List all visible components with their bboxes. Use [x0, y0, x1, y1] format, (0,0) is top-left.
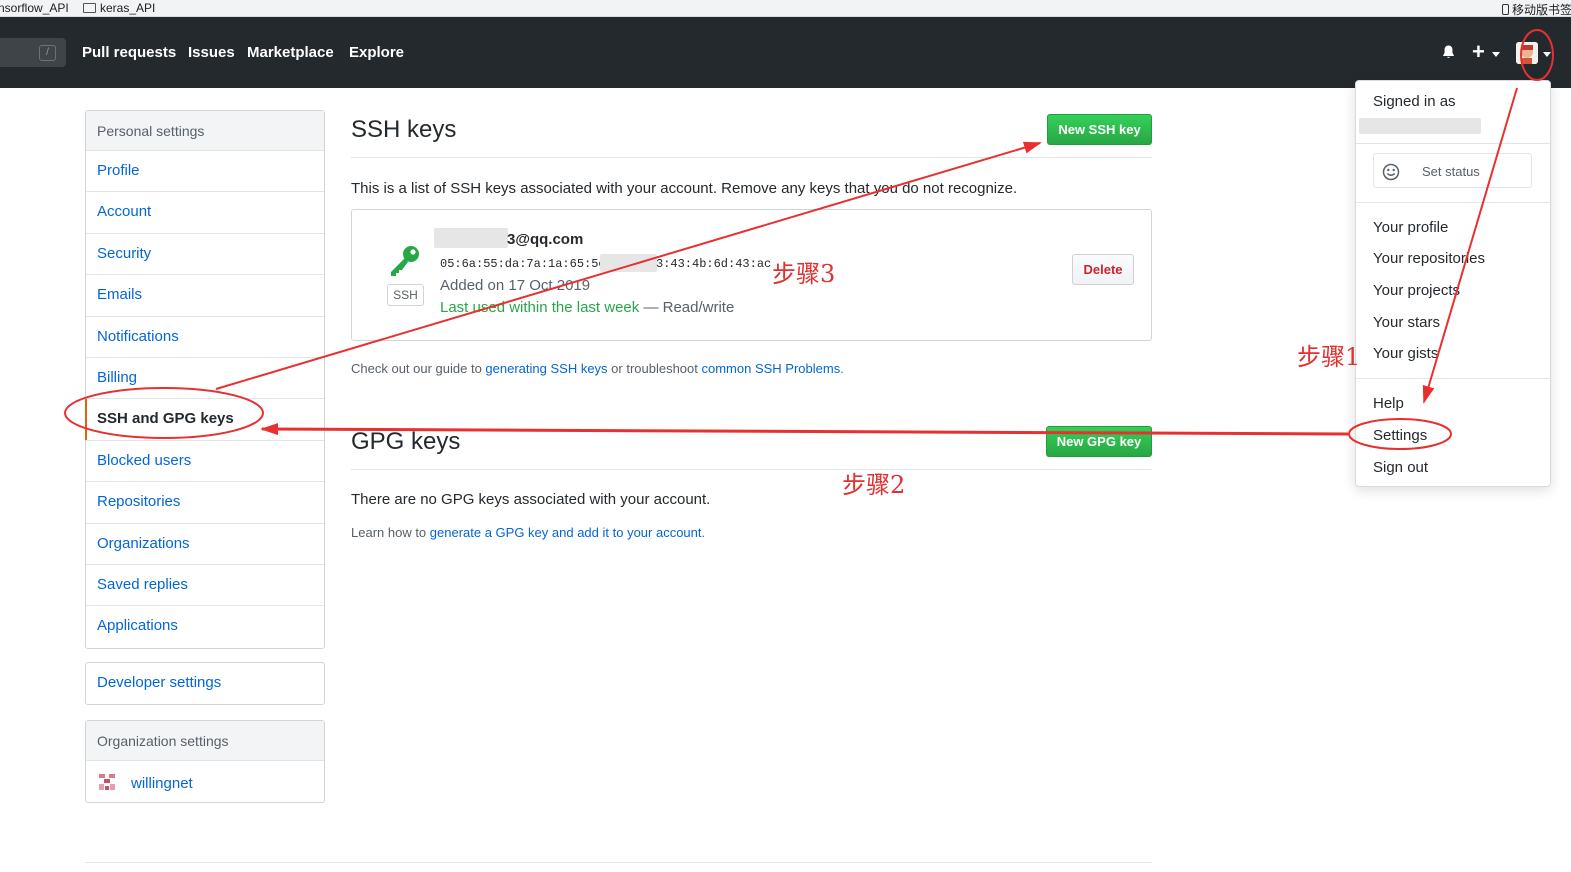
search-input[interactable]: / [0, 38, 66, 67]
gpg-learn-text: Learn how to generate a GPG key and add … [351, 525, 705, 540]
bookmark-mobile[interactable]: 移动版书签 [1502, 1, 1571, 18]
menu-item-sign-out[interactable]: Sign out [1373, 459, 1428, 476]
ssh-key-added-date: Added on 17 Oct 2019 [440, 277, 591, 294]
sidebar-item-organizations[interactable]: Organizations [86, 524, 324, 565]
redacted-username [1359, 118, 1481, 134]
dropdown-divider [1356, 378, 1550, 379]
fingerprint-start: 05:6a:55:da:7a:1a:65:5c [440, 257, 606, 271]
ssh-badge: SSH [387, 284, 424, 306]
access-text: — Read/write [639, 299, 735, 316]
ssh-keys-title: SSH keys [351, 116, 457, 143]
signed-in-label: Signed in as [1373, 93, 1456, 110]
key-icon [391, 246, 419, 276]
gpg-keys-title: GPG keys [351, 428, 461, 455]
menu-item-your-gists[interactable]: Your gists [1373, 345, 1438, 362]
dropdown-divider [1356, 202, 1550, 203]
sidebar-item-security[interactable]: Security [86, 234, 324, 276]
generating-ssh-keys-link[interactable]: generating SSH keys [485, 361, 607, 376]
sidebar-item-applications[interactable]: Applications [86, 606, 324, 647]
avatar-image [1516, 42, 1538, 64]
guide-prefix: Check out our guide to [351, 361, 486, 376]
nav-pull-requests[interactable]: Pull requests [82, 44, 176, 61]
sidebar-item-account[interactable]: Account [86, 192, 324, 234]
last-used-text: Last used within the last week [440, 299, 640, 316]
personal-settings-heading: Personal settings [86, 111, 324, 151]
menu-item-your-profile[interactable]: Your profile [1373, 219, 1448, 236]
sidebar-item-profile[interactable]: Profile [86, 151, 324, 193]
bookmark-mobile-label: 移动版书签 [1512, 3, 1571, 17]
ssh-key-email: 3@qq.com [507, 231, 584, 248]
redacted-fingerprint [600, 254, 657, 272]
dropdown-divider [1356, 143, 1550, 144]
personal-settings-menu: Personal settings Profile Account Securi… [85, 110, 325, 649]
nav-explore[interactable]: Explore [349, 44, 404, 61]
developer-settings-menu: Developer settings [85, 662, 325, 706]
guide-suffix: . [840, 361, 844, 376]
new-ssh-key-button[interactable]: New SSH key [1047, 114, 1152, 145]
divider [351, 157, 1152, 158]
ssh-guide-text: Check out our guide to generating SSH ke… [351, 361, 844, 376]
smiley-icon [1382, 163, 1400, 181]
organization-settings-menu: Organization settings willingnet [85, 720, 325, 804]
menu-item-your-projects[interactable]: Your projects [1373, 282, 1460, 299]
chevron-down-icon [1492, 52, 1500, 57]
footer-divider [85, 862, 1152, 863]
create-new-icon[interactable]: + [1472, 39, 1485, 65]
bookmark-keras-api[interactable]: keras_API [83, 1, 155, 15]
nav-issues[interactable]: Issues [188, 44, 235, 61]
sidebar-item-saved-replies[interactable]: Saved replies [86, 565, 324, 607]
gpg-empty-message: There are no GPG keys associated with yo… [351, 491, 711, 508]
learn-prefix: Learn how to [351, 525, 430, 540]
ssh-key-usage: Last used within the last week — Read/wr… [440, 299, 734, 316]
phone-icon [1502, 4, 1509, 15]
sidebar-item-org[interactable]: willingnet [86, 761, 324, 802]
sidebar-item-repositories[interactable]: Repositories [86, 482, 324, 524]
redacted-email [434, 228, 508, 248]
fingerprint-end: 3:43:4b:6d:43:ac [656, 257, 772, 271]
folder-icon [83, 3, 96, 13]
organization-settings-heading: Organization settings [86, 721, 324, 761]
avatar[interactable] [1516, 42, 1538, 64]
sidebar-item-developer-settings[interactable]: Developer settings [86, 663, 324, 704]
org-name: willingnet [131, 775, 193, 792]
bookmark-keras-label: keras_API [100, 1, 156, 15]
guide-middle: or troubleshoot [607, 361, 702, 376]
nav-marketplace[interactable]: Marketplace [247, 44, 334, 61]
search-shortcut-key: / [39, 45, 56, 61]
sidebar-item-ssh-gpg-keys[interactable]: SSH and GPG keys [85, 399, 324, 441]
bookmark-tensorflow-api[interactable]: nsorflow_API [0, 1, 69, 15]
org-avatar-icon [97, 772, 117, 792]
generate-gpg-key-link[interactable]: generate a GPG key and add it to your ac… [430, 525, 702, 540]
sidebar-item-blocked-users[interactable]: Blocked users [86, 441, 324, 483]
annotation-step3: 步骤3 [772, 260, 836, 288]
common-ssh-problems-link[interactable]: common SSH Problems [702, 361, 841, 376]
ssh-description: This is a list of SSH keys associated wi… [351, 180, 1018, 197]
annotation-step1: 步骤1 [1297, 343, 1361, 371]
new-gpg-key-button[interactable]: New GPG key [1046, 426, 1152, 457]
chevron-down-icon [1543, 52, 1551, 57]
user-dropdown-menu: Signed in as Set status Your profile You… [1355, 80, 1551, 487]
set-status-label: Set status [1422, 164, 1480, 179]
sidebar-item-billing[interactable]: Billing [86, 358, 324, 400]
sidebar-item-emails[interactable]: Emails [86, 275, 324, 317]
learn-suffix: . [701, 525, 706, 540]
sidebar-item-notifications[interactable]: Notifications [86, 317, 324, 358]
delete-key-button[interactable]: Delete [1072, 254, 1134, 285]
bell-icon[interactable] [1441, 45, 1456, 59]
menu-item-your-stars[interactable]: Your stars [1373, 314, 1440, 331]
bookmarks-bar: nsorflow_API keras_API 移动版书签 [0, 0, 1571, 17]
site-header: / Pull requests Issues Marketplace Explo… [0, 17, 1571, 88]
divider [351, 469, 1152, 470]
menu-item-settings[interactable]: Settings [1373, 427, 1427, 444]
menu-item-your-repositories[interactable]: Your repositories [1373, 250, 1485, 267]
menu-item-help[interactable]: Help [1373, 395, 1404, 412]
annotation-step2: 步骤2 [842, 471, 906, 499]
